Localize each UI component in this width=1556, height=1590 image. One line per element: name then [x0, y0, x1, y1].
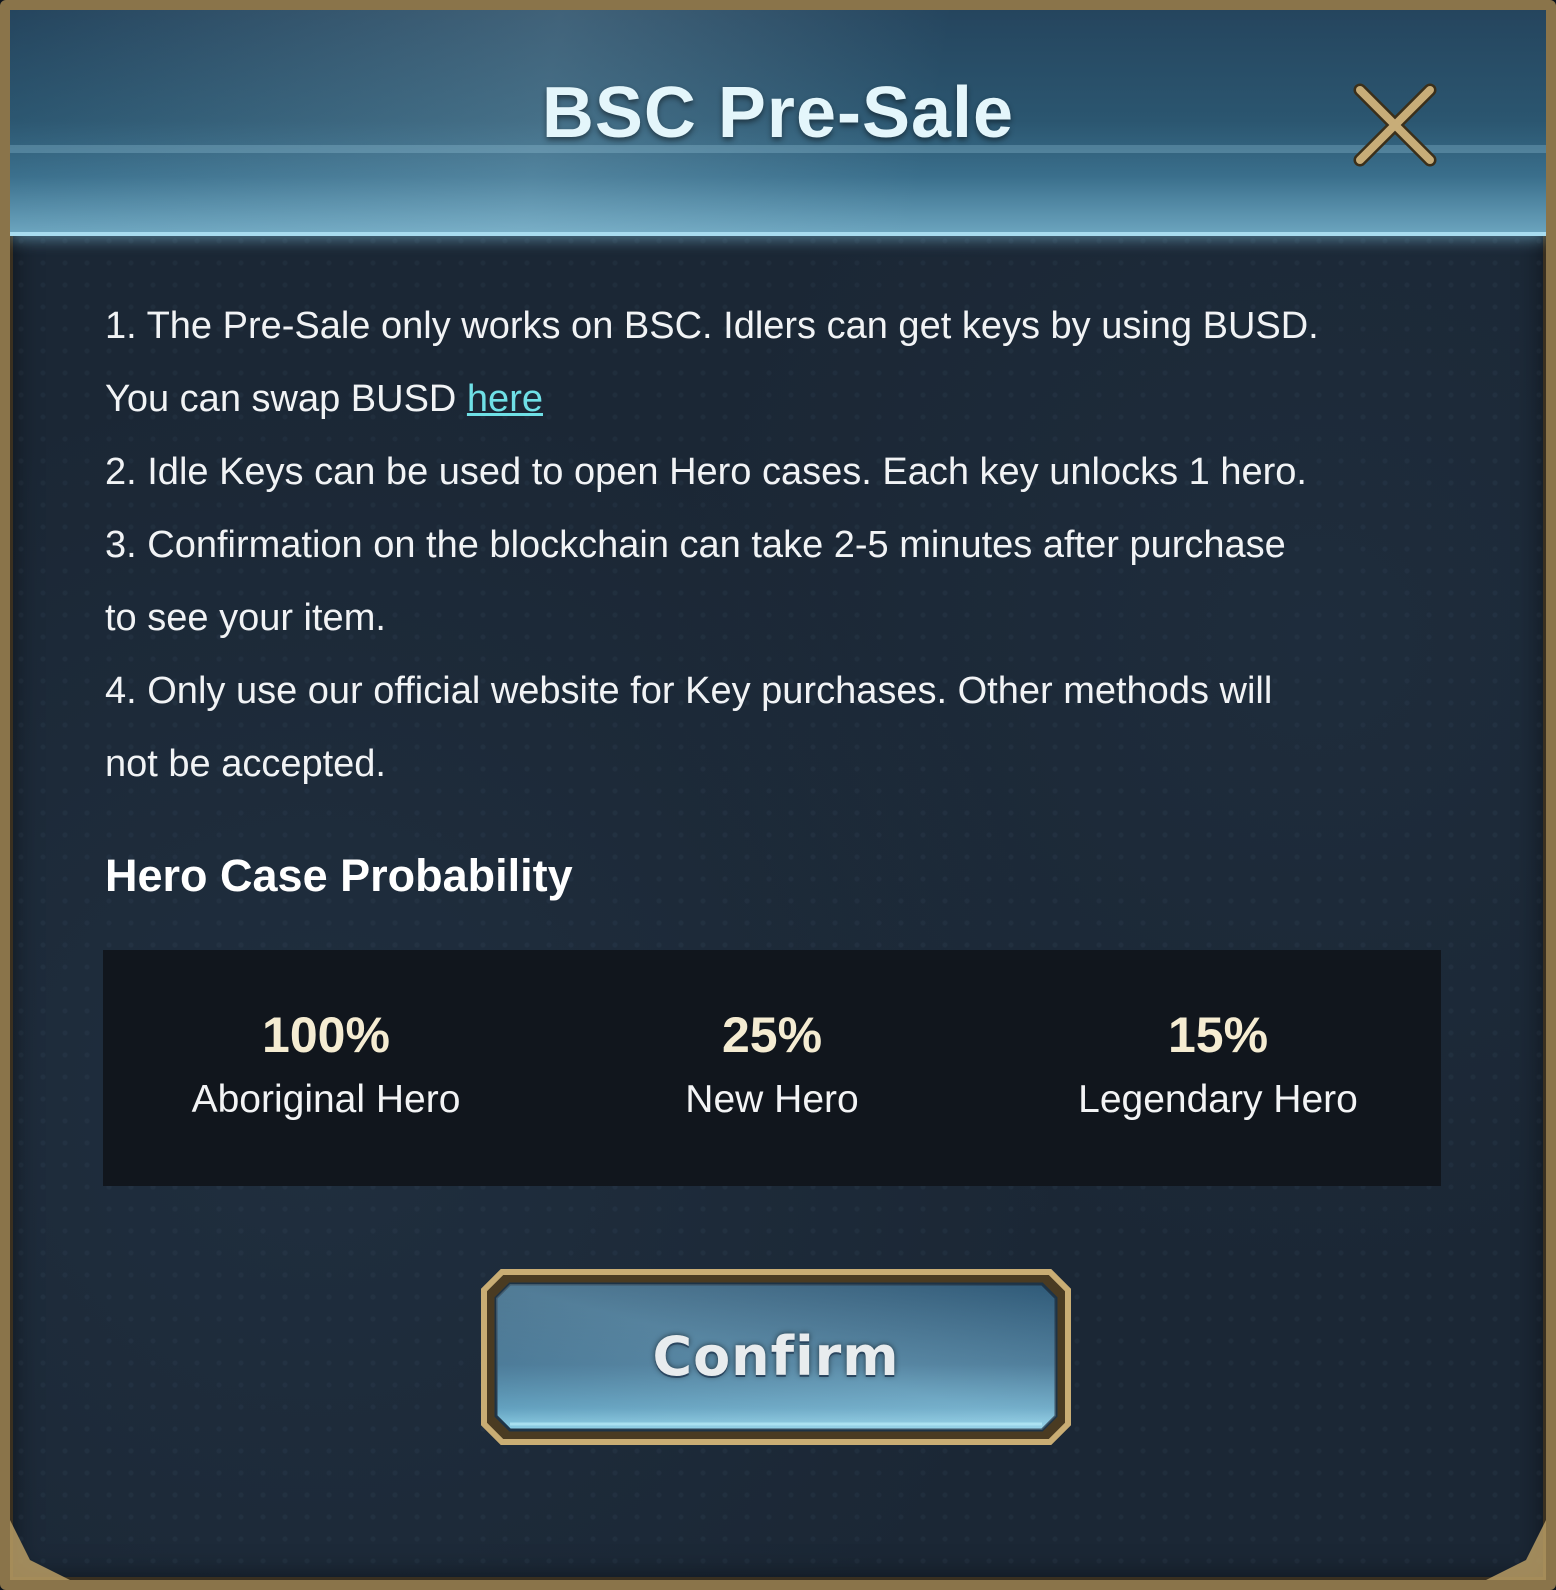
corner-ornament-left-icon	[10, 1520, 70, 1580]
dialog-frame: BSC Pre-Sale 1. The Pre-Sale only works …	[0, 0, 1556, 1590]
rule-3-cont: to see your item.	[105, 597, 386, 639]
dialog-title: BSC Pre-Sale	[541, 73, 1015, 153]
rule-1: 1. The Pre-Sale only works on BSC. Idler…	[105, 305, 1319, 347]
probability-percent: 100%	[262, 1007, 390, 1063]
probability-heading: Hero Case Probability	[105, 850, 573, 901]
rule-3: 3. Confirmation on the blockchain can ta…	[105, 524, 1286, 566]
rule-2: 2. Idle Keys can be used to open Hero ca…	[105, 451, 1307, 493]
corner-ornament-right-icon	[1486, 1520, 1546, 1580]
probability-label: New Hero	[685, 1078, 859, 1121]
rules-text: 1. The Pre-Sale only works on BSC. Idler…	[105, 290, 1445, 801]
probability-item-legendary: 15% Legendary Hero	[995, 950, 1441, 1186]
probability-panel: 100% Aboriginal Hero 25% New Hero 15% Le…	[103, 950, 1441, 1186]
probability-label: Aboriginal Hero	[191, 1078, 461, 1121]
probability-percent: 25%	[721, 1007, 823, 1063]
close-button[interactable]	[1350, 82, 1440, 172]
rule-4: 4. Only use our official website for Key…	[105, 670, 1273, 712]
close-icon	[1353, 83, 1437, 167]
rule-1-swap: You can swap BUSD here	[105, 363, 1445, 436]
probability-label: Legendary Hero	[1078, 1078, 1358, 1121]
probability-percent: 15%	[1167, 1007, 1269, 1063]
swap-here-link[interactable]: here	[467, 378, 543, 420]
probability-item-aboriginal: 100% Aboriginal Hero	[103, 950, 549, 1186]
rule-1-swap-text: You can swap BUSD	[105, 378, 467, 420]
confirm-button[interactable]: Confirm	[480, 1268, 1072, 1446]
confirm-button-label: Confirm	[652, 1325, 900, 1388]
probability-item-new: 25% New Hero	[549, 950, 995, 1186]
rule-4-cont: not be accepted.	[105, 743, 386, 785]
